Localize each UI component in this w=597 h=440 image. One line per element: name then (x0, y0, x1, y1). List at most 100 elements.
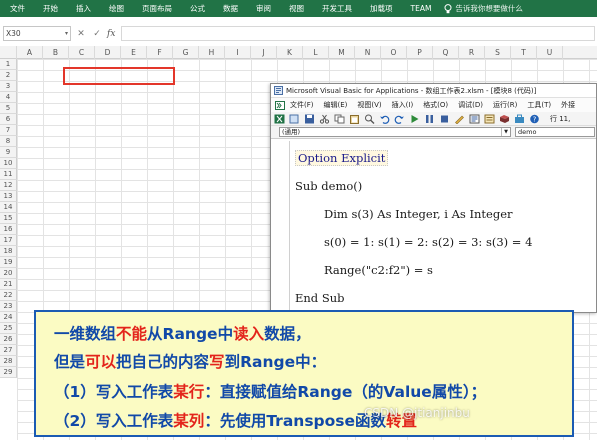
row-header-10[interactable]: 10 (0, 158, 17, 169)
row-header-4[interactable]: 4 (0, 92, 17, 103)
column-header-g[interactable]: G (173, 46, 199, 59)
column-header-f[interactable]: F (147, 46, 173, 59)
row-header-24[interactable]: 24 (0, 312, 17, 323)
procedure-combo[interactable]: demo (515, 127, 595, 137)
tab-insert[interactable]: 插入 (67, 0, 100, 17)
column-header-d[interactable]: D (95, 46, 121, 59)
row-header-7[interactable]: 7 (0, 125, 17, 136)
run-icon[interactable] (409, 114, 420, 124)
column-header-m[interactable]: M (329, 46, 355, 59)
tab-view[interactable]: 视图 (280, 0, 313, 17)
row-header-12[interactable]: 12 (0, 180, 17, 191)
row-header-8[interactable]: 8 (0, 136, 17, 147)
row-header-15[interactable]: 15 (0, 213, 17, 224)
row-header-2[interactable]: 2 (0, 70, 17, 81)
row-header-23[interactable]: 23 (0, 301, 17, 312)
column-header-t[interactable]: T (511, 46, 537, 59)
tab-draw[interactable]: 绘图 (100, 0, 133, 17)
cancel-icon[interactable]: ✕ (75, 29, 87, 39)
vba-menu-debug[interactable]: 调试(D) (458, 100, 483, 110)
insert-module-icon[interactable] (289, 114, 300, 124)
redo-icon[interactable] (394, 114, 405, 124)
tab-home[interactable]: 开始 (34, 0, 67, 17)
vba-title-bar[interactable]: Microsoft Visual Basic for Applications … (271, 84, 596, 98)
find-icon[interactable] (364, 114, 375, 124)
row-header-20[interactable]: 20 (0, 268, 17, 279)
vba-menu-file[interactable]: 文件(F) (290, 100, 314, 110)
vba-editor-window[interactable]: Microsoft Visual Basic for Applications … (270, 83, 597, 313)
row-header-21[interactable]: 21 (0, 279, 17, 290)
column-header-n[interactable]: N (355, 46, 381, 59)
object-combo[interactable]: (通用) ▼ (279, 127, 511, 137)
tab-team[interactable]: TEAM (402, 0, 441, 17)
column-header-q[interactable]: Q (433, 46, 459, 59)
formula-input[interactable] (121, 26, 595, 41)
name-box[interactable]: X30 ▾ (3, 26, 71, 41)
select-all-corner[interactable] (0, 46, 17, 59)
column-header-a[interactable]: A (17, 46, 43, 59)
row-header-19[interactable]: 19 (0, 257, 17, 268)
column-header-s[interactable]: S (485, 46, 511, 59)
excel-view-icon[interactable] (275, 100, 285, 110)
tab-file[interactable]: 文件 (0, 0, 34, 17)
reset-icon[interactable] (439, 114, 450, 124)
row-header-22[interactable]: 22 (0, 290, 17, 301)
tab-developer[interactable]: 开发工具 (313, 0, 361, 17)
tab-addins[interactable]: 加载项 (361, 0, 402, 17)
object-browser-icon[interactable] (499, 114, 510, 124)
column-header-i[interactable]: I (225, 46, 251, 59)
column-header-b[interactable]: B (43, 46, 69, 59)
toolbox-icon[interactable] (514, 114, 525, 124)
properties-icon[interactable] (484, 114, 495, 124)
row-header-17[interactable]: 17 (0, 235, 17, 246)
row-header-13[interactable]: 13 (0, 191, 17, 202)
copy-icon[interactable] (334, 114, 345, 124)
insert-function-icon[interactable]: fx (107, 29, 115, 39)
row-header-5[interactable]: 5 (0, 103, 17, 114)
code-editor[interactable]: Option Explicit Sub demo() Dim s(3) As I… (289, 141, 596, 312)
vba-menu-format[interactable]: 格式(O) (423, 100, 448, 110)
vba-menu-addins[interactable]: 外接 (561, 100, 575, 110)
excel-icon[interactable] (274, 114, 285, 124)
row-header-28[interactable]: 28 (0, 356, 17, 367)
column-header-u[interactable]: U (537, 46, 563, 59)
enter-icon[interactable]: ✓ (91, 29, 103, 39)
tab-formulas[interactable]: 公式 (181, 0, 214, 17)
save-icon[interactable] (304, 114, 315, 124)
column-header-c[interactable]: C (69, 46, 95, 59)
column-header-r[interactable]: R (459, 46, 485, 59)
row-header-18[interactable]: 18 (0, 246, 17, 257)
row-header-11[interactable]: 11 (0, 169, 17, 180)
row-header-26[interactable]: 26 (0, 334, 17, 345)
tab-review[interactable]: 审阅 (247, 0, 280, 17)
vba-menu-insert[interactable]: 插入(I) (392, 100, 414, 110)
project-explorer-icon[interactable] (469, 114, 480, 124)
row-header-29[interactable]: 29 (0, 367, 17, 378)
chevron-down-icon[interactable]: ▼ (501, 128, 510, 136)
paste-icon[interactable] (349, 114, 360, 124)
column-header-o[interactable]: O (381, 46, 407, 59)
column-header-e[interactable]: E (121, 46, 147, 59)
vba-menu-tools[interactable]: 工具(T) (527, 100, 551, 110)
tab-page-layout[interactable]: 页面布局 (133, 0, 181, 17)
column-header-k[interactable]: K (277, 46, 303, 59)
column-header-h[interactable]: H (199, 46, 225, 59)
column-header-p[interactable]: P (407, 46, 433, 59)
undo-icon[interactable] (379, 114, 390, 124)
design-mode-icon[interactable] (454, 114, 465, 124)
tab-data[interactable]: 数据 (214, 0, 247, 17)
cut-icon[interactable] (319, 114, 330, 124)
chevron-down-icon[interactable]: ▾ (65, 27, 68, 40)
row-header-16[interactable]: 16 (0, 224, 17, 235)
row-header-1[interactable]: 1 (0, 59, 17, 70)
row-header-6[interactable]: 6 (0, 114, 17, 125)
row-header-3[interactable]: 3 (0, 81, 17, 92)
vba-menu-run[interactable]: 运行(R) (493, 100, 517, 110)
row-header-27[interactable]: 27 (0, 345, 17, 356)
tell-me-search[interactable]: 告诉我你想要做什么 (444, 3, 523, 14)
help-icon[interactable]: ? (529, 114, 540, 124)
row-header-14[interactable]: 14 (0, 202, 17, 213)
row-header-9[interactable]: 9 (0, 147, 17, 158)
column-header-j[interactable]: J (251, 46, 277, 59)
vba-menu-view[interactable]: 视图(V) (357, 100, 381, 110)
